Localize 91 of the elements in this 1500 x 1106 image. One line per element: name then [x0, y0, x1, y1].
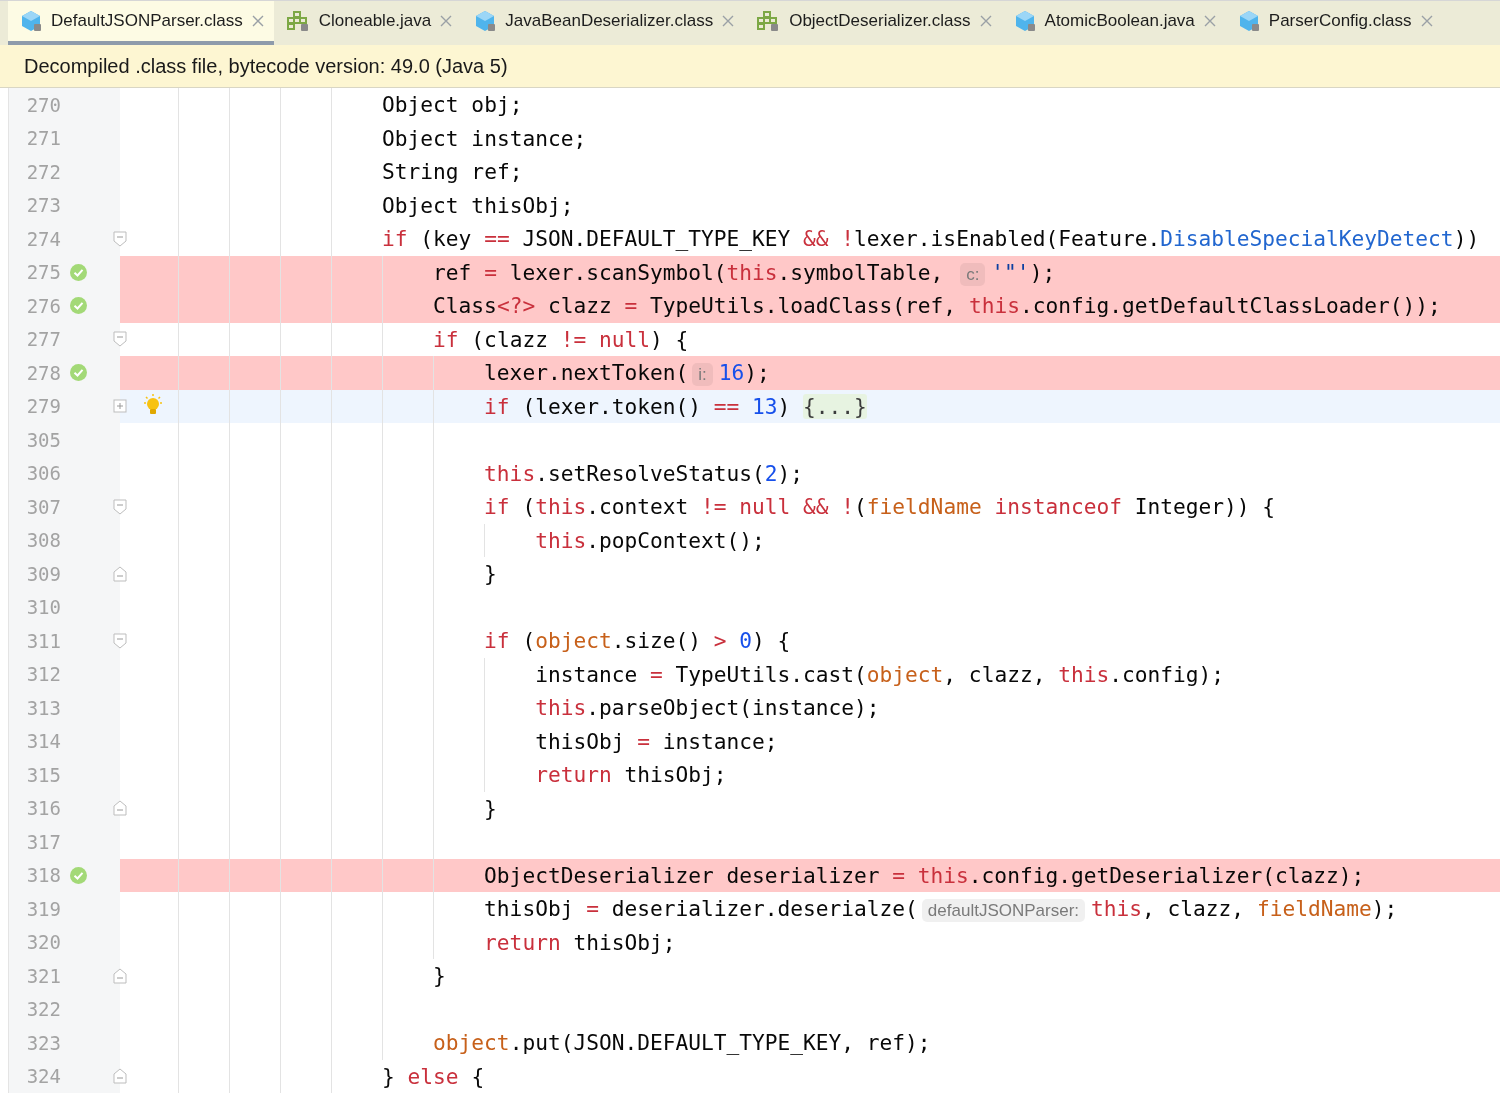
line-number: 277: [25, 328, 61, 351]
grid-icon: [285, 10, 310, 32]
editor-tab[interactable]: Cloneable.java: [273, 1, 463, 45]
line-number: 274: [25, 227, 61, 250]
line-number: 314: [25, 730, 61, 753]
code-line: return thisObj;: [535, 762, 727, 788]
line-number: 322: [25, 998, 61, 1021]
fold-icon[interactable]: [113, 498, 127, 515]
line-number: 305: [25, 428, 61, 451]
cube-icon: [20, 10, 42, 32]
line-number: 318: [25, 864, 61, 887]
close-icon[interactable]: [979, 15, 992, 27]
expand-icon[interactable]: [113, 398, 127, 415]
code-line: lexer.nextToken( i: 16);: [484, 360, 770, 386]
grid-icon: [756, 10, 781, 32]
line-number: 276: [25, 294, 61, 317]
line-number: 271: [25, 127, 61, 150]
code-line: thisObj = instance;: [535, 728, 778, 754]
code-line: if (key == JSON.DEFAULT_TYPE_KEY && !lexer.isEnabled(Feature.DisableSpecialKeyDetect)): [382, 226, 1480, 252]
line-number: 273: [25, 194, 61, 217]
code-line: }: [433, 963, 446, 989]
code-line: object.put(JSON.DEFAULT_TYPE_KEY, ref);: [433, 1030, 931, 1056]
cube-icon: [1013, 10, 1036, 32]
close-icon[interactable]: [440, 15, 453, 27]
check-icon: [69, 297, 87, 315]
fold-icon[interactable]: [113, 800, 127, 817]
parameter-hint: defaultJSONParser:: [921, 899, 1086, 923]
line-number: 320: [25, 931, 61, 954]
code-line: Object obj;: [382, 92, 523, 118]
code-line: this.setResolveStatus(2);: [484, 460, 804, 486]
code-line: Object instance;: [382, 125, 587, 151]
line-number: 321: [25, 964, 61, 987]
fold-icon[interactable]: [113, 967, 127, 984]
code-line: Object thisObj;: [382, 192, 574, 218]
code-line: }: [484, 795, 497, 821]
code-line: } else {: [382, 1063, 485, 1089]
line-number: 315: [25, 763, 61, 786]
code-line: String ref;: [382, 159, 523, 185]
line-number: 319: [25, 897, 61, 920]
check-icon: [69, 263, 87, 281]
parameter-hint: i:: [692, 363, 713, 387]
fold-icon[interactable]: [113, 1068, 127, 1085]
fold-icon[interactable]: [113, 230, 127, 247]
code-line: ref = lexer.scanSymbol(this.symbolTable, c: '"');: [433, 259, 1056, 285]
line-number: 279: [25, 395, 61, 418]
cube-icon: [1237, 10, 1260, 32]
close-icon[interactable]: [722, 15, 735, 27]
banner-text: Decompiled .class file, bytecode version: 49.0 (Java 5): [24, 54, 508, 78]
line-number: 312: [25, 663, 61, 686]
line-number: 307: [25, 495, 61, 518]
check-icon: [69, 364, 87, 382]
editor-tab[interactable]: ParserConfig.class: [1225, 1, 1443, 45]
close-icon[interactable]: [1203, 15, 1216, 27]
code-line: if (this.context != null && !(fieldName instanceof Integer)) {: [484, 494, 1276, 520]
code-line: ObjectDeserializer deserializer = this.config.getDeserializer(clazz);: [484, 862, 1365, 888]
code-line: thisObj = deserializer.deserialze( defaultJSONParser: this, clazz, fieldName);: [484, 896, 1398, 922]
code-line: if (clazz != null) {: [433, 326, 689, 352]
line-number: 316: [25, 797, 61, 820]
line-number: 308: [25, 529, 61, 552]
editor-tab[interactable]: DefaultJSONParser.class: [8, 1, 274, 45]
editor-tab[interactable]: JavaBeanDeserializer.class: [462, 1, 745, 45]
line-number: 317: [25, 830, 61, 853]
fold-icon[interactable]: [113, 331, 127, 348]
fold-icon[interactable]: [113, 565, 127, 582]
editor-tab[interactable]: AtomicBoolean.java: [1001, 1, 1226, 45]
code-line: if (object.size() > 0) {: [484, 628, 791, 654]
line-number: 272: [25, 160, 61, 183]
editor-tab[interactable]: ObjectDeserializer.class: [744, 1, 1002, 45]
line-number: 323: [25, 1031, 61, 1054]
line-number: 313: [25, 696, 61, 719]
code-line: this.parseObject(instance);: [535, 695, 880, 721]
line-number: 324: [25, 1065, 61, 1088]
line-number: 310: [25, 596, 61, 619]
close-icon[interactable]: [251, 15, 264, 27]
line-number: 275: [25, 261, 61, 284]
code-line: this.popContext();: [535, 527, 765, 553]
close-icon[interactable]: [1420, 15, 1433, 27]
line-number: 309: [25, 562, 61, 585]
line-number: 306: [25, 462, 61, 485]
check-icon: [69, 866, 87, 884]
line-number: 311: [25, 629, 61, 652]
code-line: }: [484, 561, 497, 587]
fold-icon[interactable]: [113, 632, 127, 649]
code-line: Class<?> clazz = TypeUtils.loadClass(ref, this.config.getDefaultClassLoader());: [433, 293, 1441, 319]
parameter-hint: c:: [960, 262, 986, 286]
code-line: if (lexer.token() == 13) {...}: [484, 393, 867, 419]
line-number: 270: [25, 93, 61, 116]
code-line: instance = TypeUtils.cast(object, clazz, this.config);: [535, 661, 1224, 687]
code-line: return thisObj;: [484, 929, 676, 955]
line-number: 278: [25, 361, 61, 384]
cube-icon: [474, 10, 497, 32]
